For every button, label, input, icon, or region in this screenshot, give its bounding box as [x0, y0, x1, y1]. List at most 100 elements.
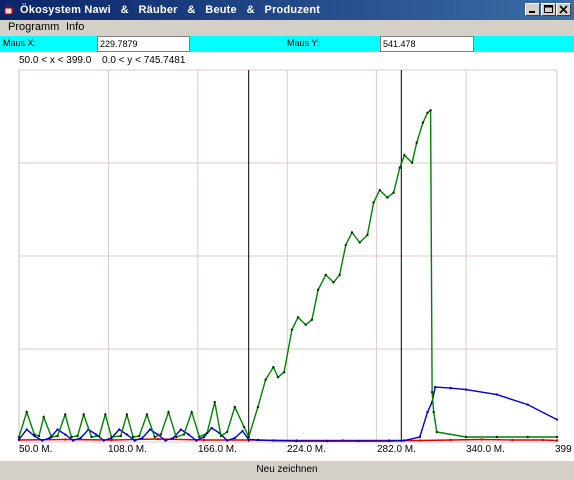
- data-point-red: [555, 439, 559, 442]
- data-point-green: [104, 413, 107, 416]
- data-point-red: [541, 438, 545, 442]
- population-chart[interactable]: [0, 52, 574, 460]
- data-point-green: [17, 435, 21, 439]
- data-point-blue: [141, 436, 144, 440]
- mouse-y-label-panel: Maus Y:: [190, 36, 380, 52]
- data-point-red: [156, 437, 159, 441]
- data-point-blue: [71, 439, 75, 442]
- data-point-green: [205, 431, 209, 435]
- data-point-blue: [171, 436, 175, 440]
- data-point-green: [42, 415, 45, 419]
- data-point-green: [131, 435, 135, 439]
- data-point-green: [366, 233, 369, 237]
- data-point-blue: [40, 439, 44, 442]
- x-tick-label: 166.0 M.: [198, 444, 237, 455]
- mouse-x-field[interactable]: 229.7879: [97, 36, 190, 52]
- data-point-blue: [187, 433, 190, 436]
- data-point-blue: [64, 433, 67, 436]
- data-point-green: [64, 413, 67, 416]
- data-point-blue: [148, 428, 152, 431]
- data-point-green: [145, 413, 149, 416]
- data-point-blue: [356, 439, 360, 443]
- data-point-green: [276, 375, 280, 379]
- menu-info[interactable]: Info: [63, 20, 87, 35]
- data-point-red: [511, 438, 514, 442]
- data-point-blue: [426, 410, 429, 414]
- data-point-blue: [256, 438, 260, 442]
- data-point-blue: [326, 439, 329, 443]
- data-point-green: [25, 410, 28, 414]
- data-point-green: [190, 410, 193, 414]
- data-point-green: [175, 435, 178, 439]
- data-point-green: [324, 273, 327, 277]
- data-point-blue: [241, 429, 244, 433]
- data-point-green: [213, 400, 216, 404]
- mouse-y-field[interactable]: 541.478: [380, 36, 474, 52]
- data-point-blue: [195, 439, 198, 442]
- data-point-blue: [387, 439, 391, 443]
- data-point-green: [256, 405, 260, 409]
- plot-area[interactable]: 50.0 < x < 399.0 0.0 < y < 745.7481: [0, 52, 574, 460]
- menu-bar: Programm Info: [0, 20, 574, 35]
- data-point-green: [426, 111, 429, 114]
- data-point-blue: [133, 439, 136, 442]
- data-point-blue: [118, 428, 121, 431]
- data-point-blue: [449, 386, 452, 390]
- data-point-green: [97, 434, 101, 438]
- data-point-green: [125, 413, 129, 416]
- minimize-button[interactable]: [525, 3, 540, 16]
- mouse-x-label-panel: Maus X:: [0, 36, 97, 52]
- data-point-green: [464, 435, 468, 439]
- data-point-green: [272, 365, 275, 369]
- title-bar: Ökosystem Nawi & Räuber & Beute & Produz…: [0, 0, 574, 20]
- x-tick-label: 108.0 M.: [108, 444, 147, 455]
- java-cup-icon: [4, 3, 14, 15]
- data-point-green: [225, 430, 229, 434]
- data-point-green: [247, 435, 250, 439]
- maximize-button[interactable]: [541, 3, 556, 16]
- data-point-green: [119, 434, 122, 438]
- data-point-green: [82, 413, 85, 416]
- data-point-green: [495, 435, 499, 439]
- x-tick-label: 340.0 M.: [466, 444, 505, 455]
- data-point-blue: [56, 428, 59, 431]
- data-point-green: [316, 288, 320, 292]
- data-point-blue: [164, 439, 167, 442]
- close-button[interactable]: [556, 3, 571, 16]
- mouse-right-panel: [474, 36, 574, 52]
- data-point-blue: [295, 439, 298, 443]
- data-point-green: [350, 231, 354, 234]
- data-point-green: [233, 405, 237, 409]
- data-point-green: [219, 434, 223, 438]
- data-point-green: [282, 370, 286, 374]
- x-tick-label: 50.0 M.: [19, 444, 53, 455]
- data-point-blue: [464, 388, 468, 391]
- data-point-green: [403, 153, 406, 157]
- data-point-green: [290, 328, 294, 331]
- mouse-coordinate-bar: Maus X: 229.7879 Maus Y: 541.478: [0, 35, 574, 52]
- data-point-green: [555, 435, 559, 439]
- data-point-green: [435, 430, 438, 434]
- data-point-blue: [434, 385, 437, 389]
- redraw-button[interactable]: Neu zeichnen: [0, 460, 574, 480]
- data-point-green: [182, 433, 186, 436]
- data-point-blue: [247, 438, 250, 441]
- data-point-green: [310, 318, 314, 321]
- data-point-green: [526, 435, 529, 439]
- data-point-green: [159, 433, 163, 436]
- data-point-green: [304, 323, 307, 326]
- data-point-blue: [403, 439, 406, 442]
- data-point-blue: [555, 418, 559, 421]
- data-point-green: [432, 410, 435, 414]
- data-point-green: [138, 434, 141, 438]
- data-point-green: [415, 141, 418, 144]
- data-point-blue: [526, 403, 529, 406]
- data-point-green: [344, 243, 348, 247]
- chart-series: [17, 108, 559, 443]
- data-point-green: [110, 435, 113, 439]
- data-point-green: [198, 435, 201, 439]
- data-point-blue: [210, 426, 213, 430]
- menu-programm[interactable]: Programm: [5, 20, 62, 35]
- data-point-red: [202, 438, 206, 442]
- data-point-blue: [418, 435, 422, 439]
